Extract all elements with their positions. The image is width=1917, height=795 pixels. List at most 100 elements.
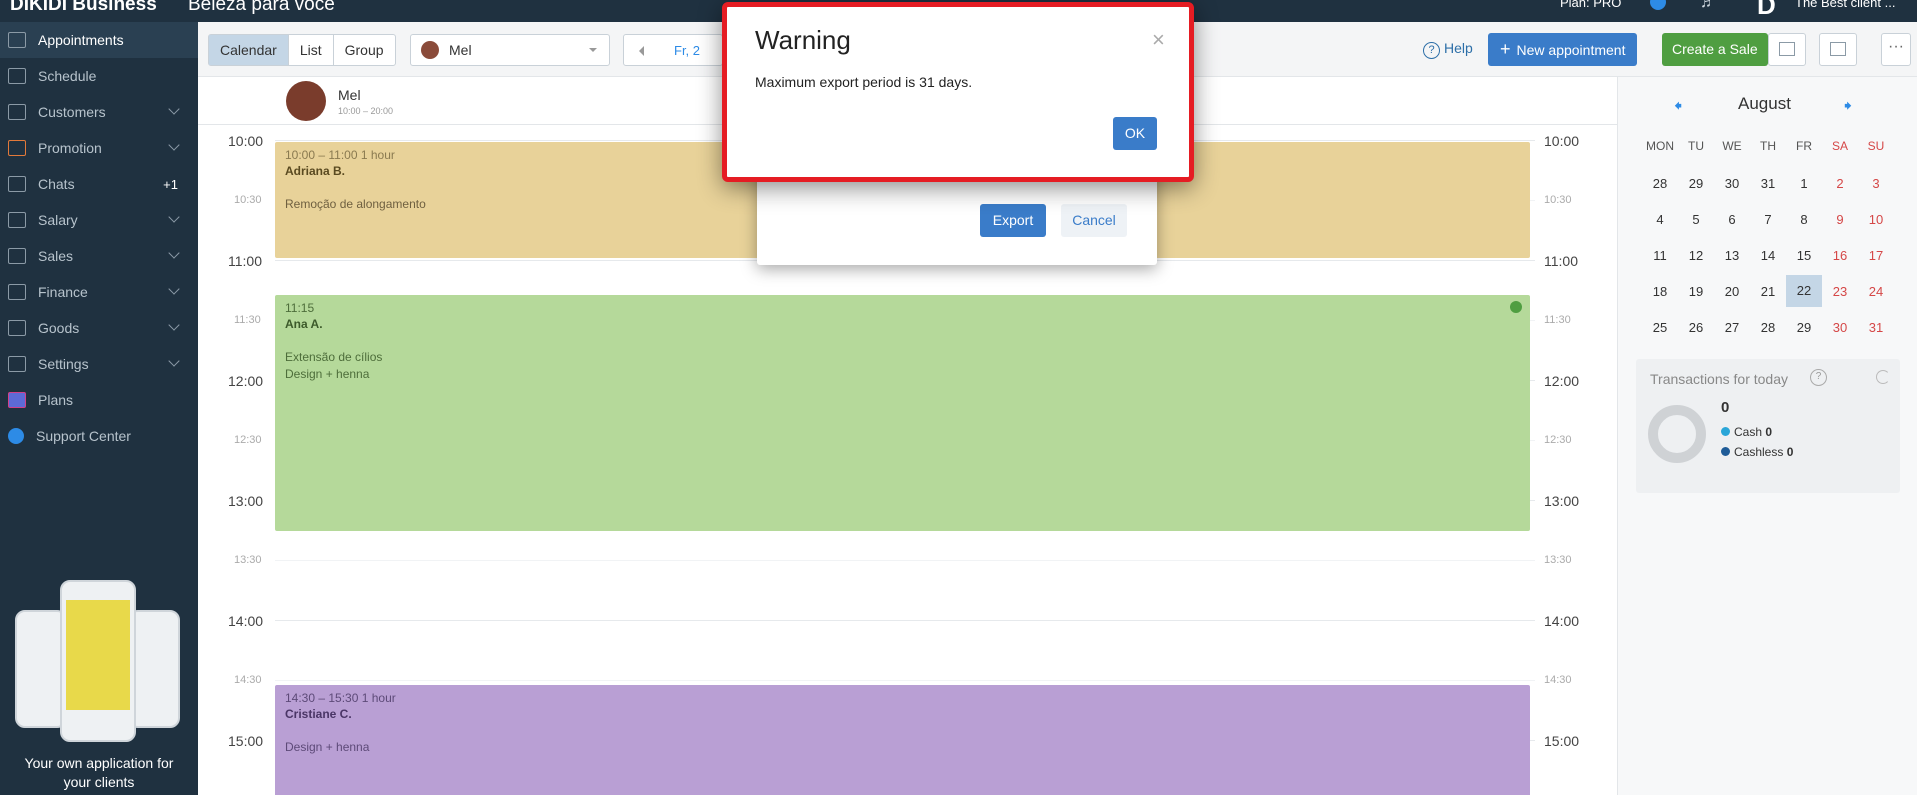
day-cell[interactable]: 8 (1786, 212, 1822, 227)
day-cell[interactable]: 27 (1714, 320, 1750, 335)
refresh-icon[interactable] (1876, 370, 1890, 384)
day-cell[interactable]: 21 (1750, 284, 1786, 299)
ok-button[interactable]: OK (1113, 117, 1157, 150)
export-button[interactable]: Export (980, 204, 1046, 237)
day-cell[interactable]: 23 (1822, 284, 1858, 299)
question-icon[interactable]: ? (1810, 369, 1827, 386)
sidebar-item-finance[interactable]: Finance (0, 274, 198, 310)
chevron-down-icon (168, 247, 180, 259)
day-cell[interactable]: 3 (1858, 176, 1894, 191)
sidebar-item-settings[interactable]: Settings (0, 346, 198, 382)
day-cell[interactable]: 25 (1642, 320, 1678, 335)
brand-logo[interactable]: DIKIDI Business (10, 0, 157, 16)
chevron-down-icon (168, 103, 180, 115)
plan-label[interactable]: Plan: PRO (1560, 0, 1621, 10)
day-cell[interactable]: 12 (1678, 248, 1714, 263)
day-cell[interactable]: 4 (1642, 212, 1678, 227)
day-cell[interactable]: 13 (1714, 248, 1750, 263)
day-cell[interactable]: 14 (1750, 248, 1786, 263)
day-cell[interactable]: 18 (1642, 284, 1678, 299)
chevron-down-icon (168, 211, 180, 223)
next-month-arrow-icon[interactable]: 🠺 (1844, 95, 1852, 122)
sidebar-item-goods[interactable]: Goods (0, 310, 198, 346)
sidebar-item-schedule[interactable]: Schedule (0, 58, 198, 94)
app-promo-banner[interactable]: Your own application for your clients (0, 555, 198, 795)
day-cell[interactable]: 29 (1786, 320, 1822, 335)
sidebar-item-salary[interactable]: Salary (0, 202, 198, 238)
sidebar-item-support-center[interactable]: Support Center (0, 418, 198, 454)
week-row: 18 19 20 21 22 23 24 (1642, 273, 1894, 309)
appointment-card[interactable]: 14:30 – 15:30 1 hour Cristiane C. Design… (275, 685, 1530, 795)
salary-icon (8, 212, 26, 228)
bell-icon[interactable]: ♬ (1700, 0, 1716, 12)
sidebar-item-customers[interactable]: Customers (0, 94, 198, 130)
day-cell[interactable]: 31 (1750, 176, 1786, 191)
account-name[interactable]: The Best client ... (1795, 0, 1895, 10)
account-logo-icon[interactable]: D (1757, 0, 1776, 21)
staff-select[interactable]: Mel (410, 34, 610, 66)
day-cell[interactable]: 24 (1858, 284, 1894, 299)
salon-name[interactable]: Beleza para você (188, 0, 335, 16)
day-cell[interactable]: 9 (1822, 212, 1858, 227)
cash-in-button[interactable] (1768, 33, 1806, 66)
day-cell[interactable]: 1 (1786, 176, 1822, 191)
time-label: 11:00 (1544, 253, 1578, 269)
day-cell[interactable]: 28 (1750, 320, 1786, 335)
time-label: 14:30 (1544, 674, 1572, 686)
day-cell[interactable]: 5 (1678, 212, 1714, 227)
tab-group[interactable]: Group (334, 35, 395, 65)
day-cell[interactable]: 30 (1714, 176, 1750, 191)
question-icon: ? (1423, 42, 1440, 59)
weekday-label: WE (1722, 139, 1742, 153)
day-cell[interactable]: 20 (1714, 284, 1750, 299)
time-label: 13:30 (1544, 554, 1572, 566)
day-cell[interactable]: 10 (1858, 212, 1894, 227)
more-button[interactable]: ··· (1881, 33, 1911, 66)
date-navigator[interactable]: Fr, 2 (623, 34, 723, 66)
notification-dot-icon[interactable] (1650, 0, 1666, 10)
prev-month-arrow-icon[interactable]: 🠸 (1674, 95, 1682, 122)
day-cell[interactable]: 26 (1678, 320, 1714, 335)
create-sale-button[interactable]: Create a Sale (1662, 33, 1768, 66)
prev-day-icon[interactable] (634, 46, 644, 56)
day-cell[interactable]: 29 (1678, 176, 1714, 191)
day-cell[interactable]: 7 (1750, 212, 1786, 227)
weekday-row: MON TU WE TH FR SA SU (1642, 129, 1894, 165)
day-cell[interactable]: 17 (1858, 248, 1894, 263)
current-date[interactable]: Fr, 2 (674, 43, 700, 58)
day-cell[interactable]: 16 (1822, 248, 1858, 263)
sidebar-item-promotion[interactable]: Promotion (0, 130, 198, 166)
help-link[interactable]: ? Help (1423, 40, 1473, 59)
day-cell[interactable]: 6 (1714, 212, 1750, 227)
day-cell[interactable]: 11 (1642, 248, 1678, 263)
day-cell-today[interactable]: 22 (1786, 275, 1822, 307)
day-cell[interactable]: 30 (1822, 320, 1858, 335)
sidebar-item-appointments[interactable]: Appointments (0, 22, 198, 58)
grid-icon (8, 68, 26, 84)
week-row: 4 5 6 7 8 9 10 (1642, 201, 1894, 237)
appointment-time: 11:15 (285, 301, 315, 315)
time-label: 15:00 (1544, 733, 1580, 749)
sidebar-item-sales[interactable]: Sales (0, 238, 198, 274)
appointment-service: Design + henna (285, 367, 370, 381)
new-appointment-button[interactable]: + New appointment (1488, 33, 1638, 66)
appointment-card[interactable]: 11:15 Ana A. Extensão de cílios Design +… (275, 295, 1530, 531)
day-cell[interactable]: 19 (1678, 284, 1714, 299)
tab-list[interactable]: List (289, 35, 334, 65)
right-panel: 🠸 August 🠺 MON TU WE TH FR SA SU 28 29 3… (1617, 77, 1917, 795)
cash-out-icon (1830, 42, 1846, 56)
day-cell[interactable]: 15 (1786, 248, 1822, 263)
gear-icon (8, 356, 26, 372)
sidebar-item-plans[interactable]: Plans (0, 382, 198, 418)
warning-dialog: Warning × Maximum export period is 31 da… (722, 2, 1194, 182)
plus-icon: + (1500, 39, 1511, 59)
week-row: 25 26 27 28 29 30 31 (1642, 309, 1894, 345)
cash-out-button[interactable] (1819, 33, 1857, 66)
day-cell[interactable]: 28 (1642, 176, 1678, 191)
day-cell[interactable]: 31 (1858, 320, 1894, 335)
day-cell[interactable]: 2 (1822, 176, 1858, 191)
sidebar-item-chats[interactable]: Chats +1 (0, 166, 198, 202)
close-icon[interactable]: × (1152, 27, 1165, 53)
tab-calendar[interactable]: Calendar (209, 35, 289, 65)
cancel-button[interactable]: Cancel (1061, 204, 1127, 237)
